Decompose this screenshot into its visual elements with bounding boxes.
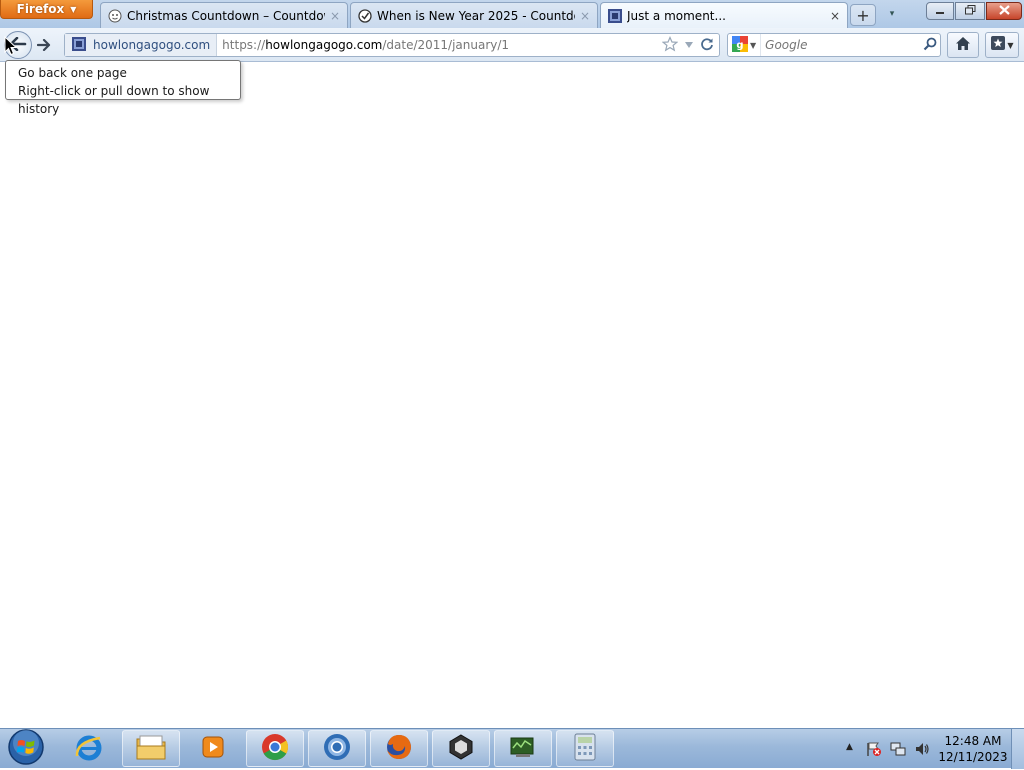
taskbar-chromium[interactable] [308,730,366,767]
url-prefix: https:// [222,38,266,52]
media-player-icon [199,733,227,765]
minimize-button[interactable] [926,2,954,20]
taskbar-chrome[interactable] [246,730,304,767]
back-button-tooltip: Go back one page Right-click or pull dow… [5,60,241,116]
search-input[interactable] [761,37,920,53]
network-monitor-icon [508,733,538,765]
file-explorer-icon [135,733,167,765]
taskbar-internet-explorer[interactable] [60,730,118,767]
tab-title: Christmas Countdown – Countdown ... [127,8,325,23]
close-icon [998,4,1010,18]
chevron-down-icon: ▼ [750,40,757,50]
forward-button[interactable] [34,35,54,55]
calculator-icon [572,732,598,766]
close-tab-icon[interactable]: × [829,9,841,23]
search-icon [923,37,937,54]
navigation-toolbar: howlongagogo.com https://howlongagogo.co… [0,28,1024,62]
google-icon: g [732,35,748,55]
list-all-tabs-button[interactable]: ▾ [884,4,900,24]
start-button[interactable] [4,728,48,770]
minimize-icon [935,5,945,18]
search-bar: g ▼ [727,33,941,57]
url-text[interactable]: https://howlongagogo.com/date/2011/janua… [217,38,662,52]
site-favicon-icon [607,8,623,24]
close-tab-icon[interactable]: × [329,9,341,23]
windows-orb-icon [7,728,45,770]
taskbar-unity[interactable] [432,730,490,767]
tab-new-year-countdown[interactable]: When is New Year 2025 - Countdown... × [350,2,598,28]
site-favicon-icon [71,36,87,55]
bookmarks-star-icon [990,35,1006,55]
url-tools [661,35,719,55]
taskbar-file-explorer[interactable] [122,730,180,767]
url-host: howlongagogo.com [265,38,383,52]
restore-button[interactable] [955,2,985,20]
unity-icon [446,732,476,766]
url-path: /date/2011/january/1 [382,38,510,52]
tooltip-line-1: Go back one page [18,66,127,80]
chromium-icon [322,732,352,766]
show-hidden-icons-icon[interactable]: ▲ [846,742,853,752]
url-history-dropdown-icon[interactable] [684,38,694,52]
tab-christmas-countdown[interactable]: Christmas Countdown – Countdown ... × [100,2,348,28]
mouse-cursor-icon [4,35,18,60]
close-tab-icon[interactable]: × [579,9,591,23]
chevron-down-icon: ▾ [889,9,895,19]
windows-taskbar: ▲ 12:48 AM 12/11/2023 [0,728,1024,770]
home-icon [955,36,971,55]
bookmarks-menu-button[interactable]: ▼ [985,32,1019,58]
site-identity-button[interactable]: howlongagogo.com [65,34,218,56]
tab-title: When is New Year 2025 - Countdown... [377,8,575,23]
chrome-icon [260,732,290,766]
title-bar: Firefox ▼ Christmas Countdown – Countdow… [0,0,1024,28]
svg-text:g: g [736,40,743,51]
internet-explorer-icon [74,732,104,766]
taskbar-firefox[interactable] [370,730,428,767]
firefox-menu-label: Firefox [16,2,65,16]
tooltip-line-2: Right-click or pull down to show history [18,84,210,116]
dropdown-arrow-icon: ▼ [70,4,77,14]
clock-face-icon [107,8,123,24]
page-content [0,63,1024,727]
new-tab-button[interactable]: + [850,4,876,26]
check-clock-icon [357,8,373,24]
taskbar-calculator[interactable] [556,730,614,767]
firefox-menu-button[interactable]: Firefox ▼ [0,0,93,19]
reload-icon[interactable] [700,37,714,54]
network-icon[interactable] [890,741,906,761]
taskbar-network-monitor[interactable] [494,730,552,767]
taskbar-media-player[interactable] [184,730,242,767]
tab-just-a-moment[interactable]: Just a moment... × [600,2,848,28]
volume-icon[interactable] [914,741,930,761]
search-engine-button[interactable]: g ▼ [728,34,762,56]
search-button[interactable] [920,37,940,54]
close-window-button[interactable] [986,2,1022,20]
site-identity-label: howlongagogo.com [93,38,211,52]
forward-arrow-icon [36,36,51,55]
clock-date: 12/11/2023 [938,750,1008,764]
restore-icon [964,4,976,18]
firefox-icon [384,732,414,766]
show-desktop-button[interactable] [1011,729,1024,769]
home-button[interactable] [947,32,979,58]
taskbar-clock[interactable]: 12:48 AM 12/11/2023 [938,733,1008,765]
action-center-flag-icon[interactable] [866,741,882,761]
address-bar[interactable]: howlongagogo.com https://howlongagogo.co… [64,33,720,57]
plus-icon: + [856,5,870,25]
clock-time: 12:48 AM [944,734,1002,748]
tab-title: Just a moment... [627,8,726,23]
chevron-down-icon: ▼ [1007,40,1014,50]
bookmark-star-icon[interactable] [661,35,679,55]
